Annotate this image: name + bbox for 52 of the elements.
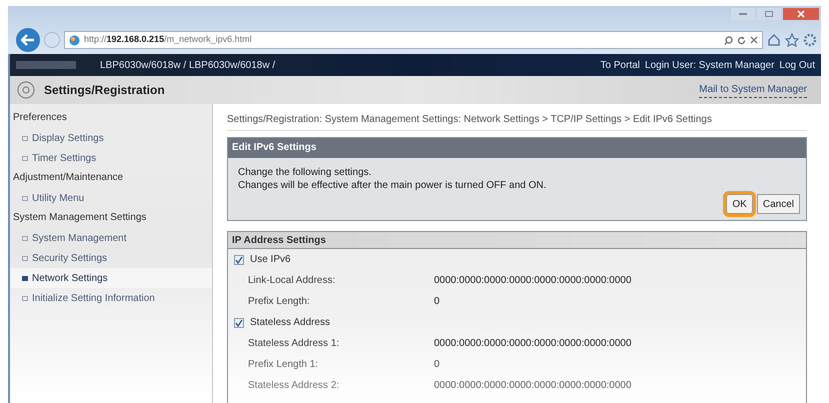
field-label: Stateless Address 1:	[248, 337, 340, 351]
sidebar-item[interactable]: System Management	[10, 228, 212, 248]
device-title: LBP6030w/6018w / LBP6030w/6018w /	[100, 58, 276, 72]
refresh-icon[interactable]	[737, 36, 746, 44]
maximize-icon[interactable]	[757, 8, 781, 20]
sidebar-item[interactable]: Display Settings	[10, 128, 212, 148]
cancel-button[interactable]: Cancel	[756, 194, 800, 214]
logo-block	[16, 61, 76, 69]
top-bar-link[interactable]: Log Out	[779, 58, 815, 72]
header-title: Settings/Registration	[44, 82, 165, 99]
field-label: Prefix Length 1:	[248, 358, 320, 372]
field-label: Link-Local Address:	[248, 274, 336, 288]
close-icon[interactable]	[783, 8, 819, 20]
sidebar-item[interactable]: Timer Settings	[10, 148, 212, 168]
sidebar-item[interactable]: Utility Menu	[10, 188, 212, 208]
field-value: 0000:0000:0000:0000:0000:0000:0000:0000	[434, 379, 632, 393]
url-text: http://192.168.0.215/m_network_ipv6.html	[84, 33, 252, 46]
field-value: 0	[434, 358, 440, 372]
panel-title: Edit IPv6 Settings	[228, 138, 806, 158]
checkbox[interactable]	[234, 318, 244, 328]
field-value: 0000:0000:0000:0000:0000:0000:0000:0000	[434, 337, 632, 351]
sidebar-item[interactable]: Security Settings	[10, 248, 212, 268]
login-user-text: Login User: System Manager	[644, 58, 774, 72]
close-icon[interactable]	[750, 36, 758, 44]
minimize-icon[interactable]	[731, 8, 755, 20]
star-icon[interactable]	[785, 33, 799, 47]
mail-link[interactable]: Mail to System Manager	[699, 82, 807, 98]
field-value: 0000:0000:0000:0000:0000:0000:0000:0000	[434, 274, 632, 288]
address-bar[interactable]: http://192.168.0.215/m_network_ipv6.html	[64, 31, 763, 49]
top-bar-link[interactable]: To Portal	[600, 58, 640, 72]
search-icon[interactable]	[724, 36, 733, 44]
field-label: Stateless Address 2:	[248, 379, 340, 393]
field-label: Prefix Length:	[248, 295, 311, 309]
sidebar-section: System Management Settings	[10, 208, 212, 228]
sidebar-section: Adjustment/Maintenance	[10, 168, 212, 188]
sidebar-item[interactable]: Initialize Setting Information	[10, 288, 212, 308]
sidebar-item[interactable]: Network Settings	[10, 268, 212, 288]
back-button[interactable]	[16, 28, 40, 52]
breadcrumb: Settings/Registration: System Management Settings: Network Settings > TCP/IP Settings > Edit IPv6 Settings	[227, 112, 807, 131]
checkbox-label: Use IPv6	[250, 253, 291, 267]
home-icon[interactable]	[767, 33, 781, 47]
ok-button[interactable]: OK	[726, 194, 753, 214]
checkbox-label: Stateless Address	[250, 316, 330, 330]
field-value: 0	[434, 295, 440, 309]
site-icon	[69, 34, 80, 46]
instruction-text: Change the following settings.	[238, 166, 372, 179]
settings-icon[interactable]	[803, 33, 817, 47]
checkbox[interactable]	[234, 254, 244, 264]
instruction-text: Changes will be effective after the main power is turned OFF and ON.	[238, 179, 548, 192]
section-title: IP Address Settings	[228, 232, 806, 249]
back-arrow-icon	[21, 34, 35, 46]
sidebar-section: Preferences	[10, 108, 212, 128]
